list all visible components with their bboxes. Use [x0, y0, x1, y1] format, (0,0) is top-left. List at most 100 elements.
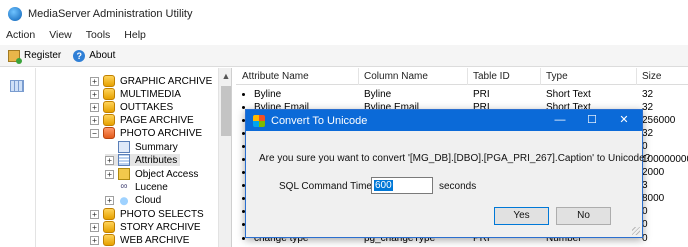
dialog-question: Are you sure you want to convert '[MG_DB…: [259, 153, 651, 164]
app-icon: [8, 6, 22, 21]
expand-icon[interactable]: +: [90, 209, 99, 219]
summary-icon: [118, 141, 130, 153]
register-icon: [8, 49, 22, 64]
database-icon: [103, 208, 115, 220]
tree-item-label: Object Access: [135, 168, 199, 180]
close-icon[interactable]: ✕: [608, 110, 640, 131]
expand-icon[interactable]: +: [90, 235, 99, 245]
database-icon: [103, 88, 115, 100]
menu-bar: Action View Tools Help: [0, 27, 688, 43]
row-bullet: [242, 93, 245, 96]
expand-icon[interactable]: +: [105, 169, 114, 179]
cloud-icon: [118, 194, 130, 206]
resize-grip[interactable]: [632, 227, 640, 235]
table-row[interactable]: Byline Byline PRI Short Text 32: [236, 89, 688, 101]
tree-item-photo-selects[interactable]: + PHOTO SELECTS: [90, 208, 204, 220]
tree-item-label: PAGE ARCHIVE: [120, 114, 194, 126]
tree-item-label: PHOTO ARCHIVE: [120, 127, 203, 139]
scroll-thumb[interactable]: [221, 86, 231, 136]
cell-size: 2000: [642, 167, 665, 178]
cell-column-name: Byline: [364, 89, 392, 100]
database-icon: [103, 127, 115, 139]
column-header-size[interactable]: Size: [642, 71, 661, 82]
expand-icon[interactable]: +: [90, 89, 99, 99]
register-button[interactable]: Register: [8, 49, 62, 64]
timeout-input-value[interactable]: 600: [374, 180, 393, 191]
cell-table-id: PRI: [473, 89, 490, 100]
tree-item-summary[interactable]: Summary: [118, 141, 178, 153]
collapse-icon[interactable]: −: [90, 128, 99, 138]
expand-icon[interactable]: +: [90, 222, 99, 232]
yes-button[interactable]: Yes: [494, 207, 549, 225]
tree-item-object-access[interactable]: + Object Access: [105, 168, 198, 180]
tree-item-label: OUTTAKES: [120, 101, 174, 113]
tree-item-web-archive[interactable]: + WEB ARCHIVE: [90, 234, 189, 246]
tree-item-attributes[interactable]: + Attributes: [105, 154, 181, 166]
expand-icon[interactable]: +: [105, 195, 114, 205]
column-divider[interactable]: [467, 68, 468, 85]
maximize-icon[interactable]: ☐: [576, 110, 608, 131]
view-strip: [0, 68, 36, 247]
tree-item-label: STORY ARCHIVE: [120, 221, 201, 233]
scroll-up-icon[interactable]: ▲: [219, 70, 231, 82]
expand-icon[interactable]: +: [90, 115, 99, 125]
database-icon: [103, 234, 115, 246]
no-button[interactable]: No: [556, 207, 611, 225]
database-icon: [103, 221, 115, 233]
tree-panel: + GRAPHIC ARCHIVE + MULTIMEDIA + OUTTAKE…: [0, 68, 232, 247]
dialog-title-bar[interactable]: Convert To Unicode — ☐ ✕: [246, 110, 642, 131]
tree-item-photo-archive[interactable]: − PHOTO ARCHIVE: [90, 127, 202, 139]
tree-item-graphic-archive[interactable]: + GRAPHIC ARCHIVE: [90, 75, 212, 87]
tree-item-label: GRAPHIC ARCHIVE: [120, 75, 213, 87]
menu-tools[interactable]: Tools: [84, 29, 113, 41]
menu-help[interactable]: Help: [122, 29, 148, 41]
cell-attribute-name: Byline: [254, 89, 282, 100]
about-button[interactable]: ? About: [73, 49, 116, 62]
list-header: Attribute Name Column Name Table ID Type…: [236, 68, 688, 85]
column-header-type[interactable]: Type: [546, 71, 568, 82]
tree-item-label: PHOTO SELECTS: [120, 208, 204, 220]
expand-icon[interactable]: +: [90, 76, 99, 86]
database-icon: [103, 75, 115, 87]
tree-item-label: Lucene: [135, 181, 168, 193]
column-divider[interactable]: [358, 68, 359, 85]
timeout-units: seconds: [439, 181, 477, 192]
tree-item-multimedia[interactable]: + MULTIMEDIA: [90, 88, 181, 100]
cell-size: 32: [642, 89, 654, 100]
expand-icon[interactable]: +: [105, 155, 114, 165]
cell-size: 256000: [642, 115, 676, 126]
cell-size: 32: [642, 128, 654, 139]
column-header-column-name[interactable]: Column Name: [364, 71, 428, 82]
tree-item-label: Cloud: [135, 194, 162, 206]
about-label: About: [89, 50, 116, 61]
menu-view[interactable]: View: [47, 29, 74, 41]
key-icon: [118, 168, 130, 180]
tree-item-lucene[interactable]: ∞ Lucene: [118, 181, 168, 193]
tree-item-label: Summary: [135, 141, 178, 153]
tree-item-story-archive[interactable]: + STORY ARCHIVE: [90, 221, 201, 233]
tree-item-label: WEB ARCHIVE: [120, 234, 190, 246]
cell-type: Short Text: [546, 89, 591, 100]
cell-size: 8000: [642, 193, 665, 204]
toolbar: Register ? About: [0, 45, 688, 67]
tree-item-label: MULTIMEDIA: [120, 88, 181, 100]
menu-action[interactable]: Action: [4, 29, 37, 41]
column-header-table-id[interactable]: Table ID: [473, 71, 510, 82]
tree-item-page-archive[interactable]: + PAGE ARCHIVE: [90, 114, 194, 126]
cell-size: 32: [642, 102, 654, 113]
window-title: MediaServer Administration Utility: [28, 7, 193, 20]
register-label: Register: [24, 50, 62, 61]
minimize-icon[interactable]: —: [544, 110, 576, 131]
tree-scrollbar[interactable]: ▲: [218, 68, 231, 247]
grid-view-icon[interactable]: [10, 80, 24, 92]
column-header-attribute-name[interactable]: Attribute Name: [242, 71, 309, 82]
dialog-title: Convert To Unicode: [271, 114, 368, 127]
tree-item-outtakes[interactable]: + OUTTAKES: [90, 101, 173, 113]
title-bar: MediaServer Administration Utility: [0, 0, 688, 27]
tree-item-cloud[interactable]: + Cloud: [105, 194, 161, 206]
attributes-icon: [118, 154, 130, 166]
column-divider[interactable]: [540, 68, 541, 85]
column-divider[interactable]: [636, 68, 637, 85]
dialog-app-icon: [253, 114, 265, 127]
expand-icon[interactable]: +: [90, 102, 99, 112]
